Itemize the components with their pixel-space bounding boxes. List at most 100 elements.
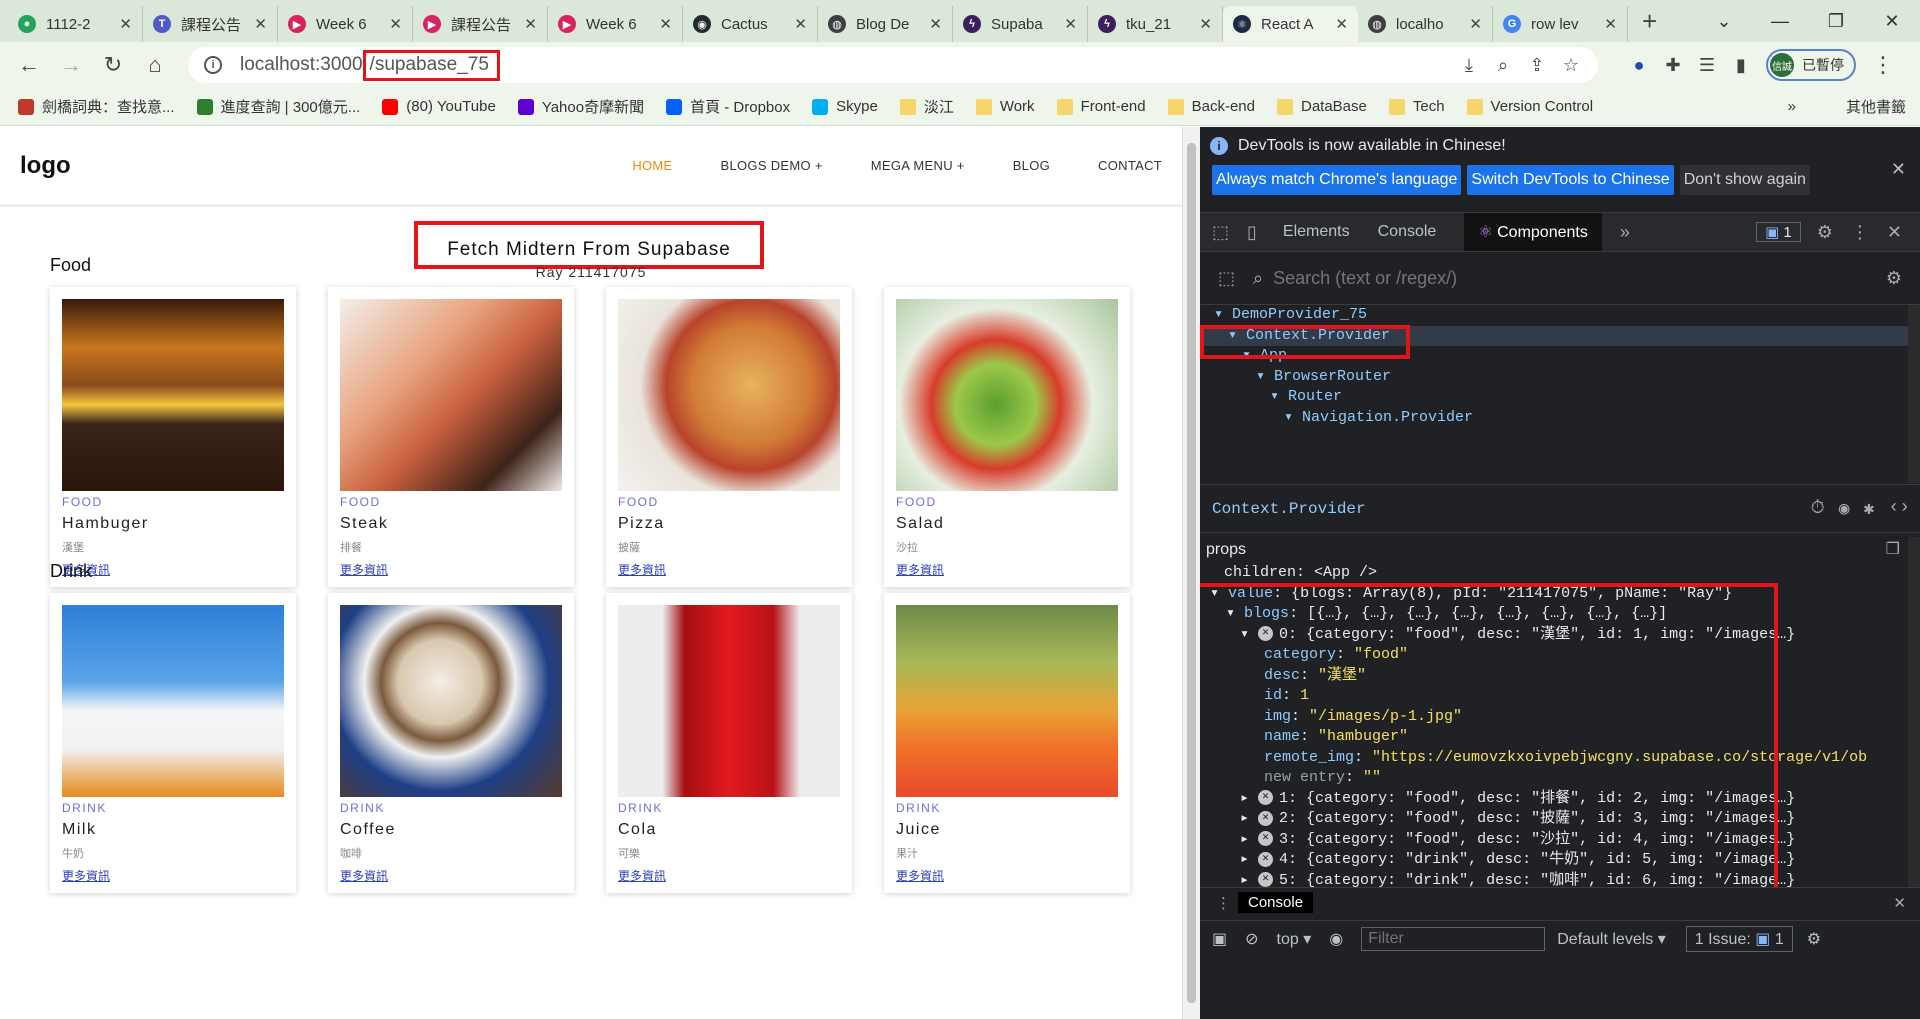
- install-icon[interactable]: ⤓: [1452, 55, 1486, 76]
- browser-menu-icon[interactable]: ⋮: [1866, 48, 1900, 82]
- tab-close-icon[interactable]: ✕: [1604, 15, 1617, 33]
- tab-elements[interactable]: Elements: [1283, 223, 1350, 241]
- restore-button[interactable]: ❐: [1808, 11, 1864, 32]
- close-devtools-icon[interactable]: ✕: [1887, 222, 1902, 243]
- prop-field[interactable]: new entry: "": [1200, 768, 1920, 789]
- profile-button[interactable]: 信誠 已暫停: [1766, 49, 1856, 81]
- settings-gear-icon[interactable]: ⚙: [1817, 222, 1833, 243]
- share-icon[interactable]: ⇪: [1520, 55, 1554, 76]
- more-info-link[interactable]: 更多資訊: [618, 561, 840, 578]
- nav-link[interactable]: MEGA MENU +: [871, 158, 965, 173]
- more-info-link[interactable]: 更多資訊: [896, 867, 1118, 884]
- drawer-tab-console[interactable]: Console: [1238, 892, 1314, 913]
- tree-node[interactable]: ▾ DemoProvider_75: [1200, 305, 1920, 326]
- reload-icon[interactable]: ↻: [96, 48, 130, 82]
- source-code-icon[interactable]: ‹›: [1888, 498, 1910, 520]
- close-window-button[interactable]: ✕: [1864, 11, 1920, 32]
- tab-console[interactable]: Console: [1378, 223, 1437, 241]
- component-search-input[interactable]: [1273, 268, 1834, 289]
- switch-chinese-button[interactable]: Switch DevTools to Chinese: [1467, 165, 1674, 195]
- console-settings-icon[interactable]: ⚙: [1807, 929, 1821, 949]
- back-icon[interactable]: ←: [12, 48, 46, 82]
- tab-close-icon[interactable]: ✕: [524, 15, 537, 33]
- prop-field[interactable]: img: "/images/p-1.jpg": [1200, 707, 1920, 728]
- more-options-icon[interactable]: ⋮: [1851, 222, 1869, 243]
- search-settings-icon[interactable]: ⚙: [1886, 268, 1902, 289]
- blog-item[interactable]: ▸ ✕ 5: {category: "drink", desc: "咖啡", id…: [1200, 871, 1920, 887]
- browser-tab[interactable]: ◍ localho ✕: [1358, 6, 1493, 42]
- remove-icon[interactable]: ✕: [1258, 790, 1274, 806]
- side-panel-icon[interactable]: ▮: [1724, 55, 1758, 76]
- nav-link[interactable]: BLOGS DEMO +: [721, 158, 823, 173]
- remove-icon[interactable]: ✕: [1258, 626, 1274, 642]
- tab-close-icon[interactable]: ✕: [254, 15, 267, 33]
- more-info-link[interactable]: 更多資訊: [896, 561, 1118, 578]
- bookmark-star-icon[interactable]: ☆: [1554, 55, 1588, 76]
- tab-close-icon[interactable]: ✕: [119, 15, 132, 33]
- bookmark-item[interactable]: Yahoo奇摩新聞: [517, 96, 644, 117]
- home-icon[interactable]: ⌂: [138, 48, 172, 82]
- page-scrollbar-thumb[interactable]: [1187, 143, 1196, 1003]
- copy-icon[interactable]: ❐: [1886, 537, 1900, 563]
- extensions-puzzle-icon[interactable]: ✚: [1656, 55, 1690, 76]
- browser-tab[interactable]: ▶ 課程公告 ✕: [413, 6, 548, 42]
- browser-tab[interactable]: ⚛ React A ✕: [1223, 6, 1358, 42]
- browser-tab[interactable]: ϟ tku_21 ✕: [1088, 6, 1223, 42]
- bug-icon[interactable]: ✱: [1864, 498, 1875, 520]
- bookmark-item[interactable]: Skype: [812, 98, 878, 115]
- bookmark-item[interactable]: 淡江: [899, 96, 954, 117]
- tab-close-icon[interactable]: ✕: [794, 15, 807, 33]
- blog-item[interactable]: ▸ ✕ 3: {category: "food", desc: "沙拉", id:…: [1200, 830, 1920, 851]
- more-info-link[interactable]: 更多資訊: [62, 561, 284, 578]
- remove-icon[interactable]: ✕: [1258, 851, 1274, 867]
- inspect-element-icon[interactable]: ⬚: [1212, 222, 1229, 243]
- stopwatch-icon[interactable]: ⏱: [1811, 498, 1825, 520]
- blog-item[interactable]: ▸ ✕ 2: {category: "food", desc: "披薩", id:…: [1200, 809, 1920, 830]
- eye-icon[interactable]: ◉: [1839, 498, 1850, 520]
- tree-node[interactable]: ▾ Navigation.Provider: [1200, 408, 1920, 429]
- tab-close-icon[interactable]: ✕: [1335, 15, 1348, 33]
- tab-close-icon[interactable]: ✕: [659, 15, 672, 33]
- browser-tab[interactable]: ● 1112-2 ✕: [8, 6, 143, 42]
- more-tabs-icon[interactable]: »: [1620, 222, 1630, 243]
- tree-scrollbar[interactable]: [1908, 305, 1920, 483]
- issues-badge[interactable]: ▣ 1: [1756, 222, 1801, 242]
- prop-field[interactable]: remote_img: "https://eumovzkxoivpebjwcgn…: [1200, 748, 1920, 769]
- bookmark-item[interactable]: (80) YouTube: [382, 98, 496, 115]
- browser-tab[interactable]: ◉ Cactus ✕: [683, 6, 818, 42]
- site-logo[interactable]: logo: [20, 152, 71, 180]
- prop-field[interactable]: desc: "漢堡": [1200, 666, 1920, 687]
- blogs-prop[interactable]: ▾ blogs: [{…}, {…}, {…}, {…}, {…}, {…}, …: [1200, 604, 1920, 625]
- bookmark-item[interactable]: DataBase: [1276, 98, 1367, 115]
- drawer-menu-icon[interactable]: ⋮: [1216, 894, 1231, 912]
- tree-node[interactable]: ▾ BrowserRouter: [1200, 367, 1920, 388]
- browser-tab[interactable]: ϟ Supaba ✕: [953, 6, 1088, 42]
- remove-icon[interactable]: ✕: [1258, 831, 1274, 847]
- clear-console-icon[interactable]: ⊘: [1245, 929, 1258, 949]
- new-tab-button[interactable]: +: [1642, 6, 1657, 37]
- drawer-close-icon[interactable]: ✕: [1893, 894, 1906, 912]
- bookmark-item[interactable]: 首頁 - Dropbox: [666, 96, 790, 117]
- log-levels-select[interactable]: Default levels ▾: [1557, 929, 1666, 949]
- tab-close-icon[interactable]: ✕: [1199, 15, 1212, 33]
- sidebar-toggle-icon[interactable]: ▣: [1212, 929, 1227, 949]
- prop-field[interactable]: id: 1: [1200, 686, 1920, 707]
- console-filter-input[interactable]: [1361, 926, 1546, 951]
- bookmark-item[interactable]: Version Control: [1466, 98, 1593, 115]
- prop-field[interactable]: name: "hambuger": [1200, 727, 1920, 748]
- bookmark-item[interactable]: Front-end: [1056, 98, 1146, 115]
- zoom-icon[interactable]: ⌕: [1486, 55, 1520, 76]
- browser-tab[interactable]: Grow lev ✕: [1493, 6, 1628, 42]
- tab-close-icon[interactable]: ✕: [1064, 15, 1077, 33]
- minimize-button[interactable]: —: [1752, 11, 1808, 32]
- nav-link[interactable]: BLOG: [1013, 158, 1050, 173]
- more-info-link[interactable]: 更多資訊: [62, 867, 284, 884]
- more-info-link[interactable]: 更多資訊: [340, 561, 562, 578]
- address-bar[interactable]: i localhost:3000/supabase_75 ⤓ ⌕ ⇪ ☆: [188, 47, 1598, 83]
- blog-item-0[interactable]: ▾ ✕ 0: {category: "food", desc: "漢堡", id:…: [1200, 625, 1920, 646]
- tree-node[interactable]: ▾ Router: [1200, 387, 1920, 408]
- blog-item[interactable]: ▸ ✕ 1: {category: "food", desc: "排餐", id:…: [1200, 789, 1920, 810]
- bookmark-item[interactable]: 進度查詢 | 300億元...: [196, 96, 360, 117]
- other-bookmarks[interactable]: 其他書籤: [1846, 96, 1906, 117]
- page-scrollbar[interactable]: [1182, 127, 1200, 1019]
